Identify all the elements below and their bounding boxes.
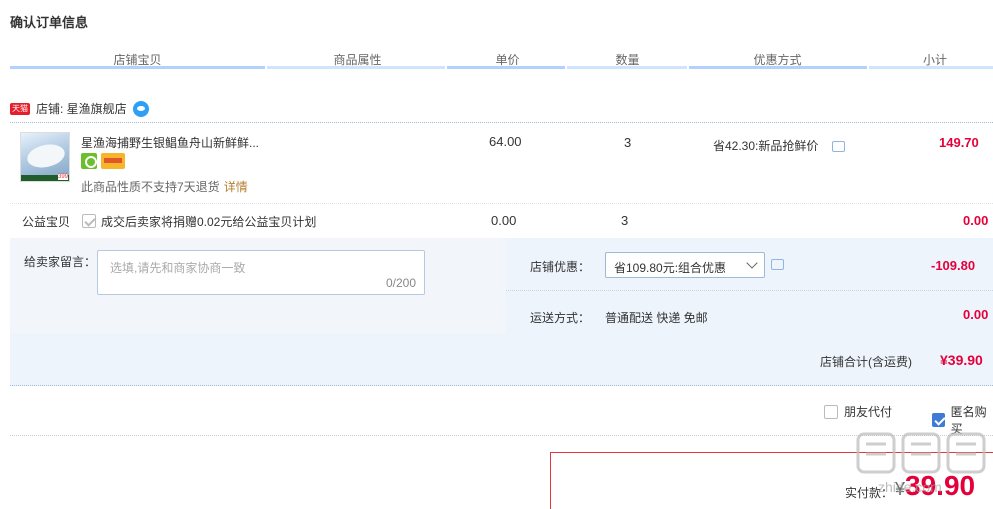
header-underline xyxy=(267,66,445,69)
return-policy-text: 此商品性质不支持7天退货 xyxy=(81,180,220,194)
shipping-label: 运送方式： xyxy=(530,311,591,325)
charity-subtotal: 0.00 xyxy=(963,213,989,228)
quantity: 3 xyxy=(624,135,632,150)
shop-discount-selected: 省109.80元:组合优惠 xyxy=(614,261,727,275)
discount-info-icon[interactable] xyxy=(832,141,845,152)
friend-pay-label: 朋友代付 xyxy=(844,405,893,419)
shipping-value: 0.00 xyxy=(963,307,989,322)
shop-row: 天猫 店铺: 星渔旗舰店 xyxy=(10,100,149,117)
fish-image xyxy=(25,141,67,171)
header-underline xyxy=(567,66,687,69)
tmall-badge: 天猫 xyxy=(10,102,30,115)
product-name-link[interactable]: 星渔海捕野生银鲳鱼舟山新鲜鲜... xyxy=(81,134,259,151)
message-counter: 0/200 xyxy=(385,276,416,290)
item-discount: 省42.30:新品抢鲜价 xyxy=(713,139,819,153)
shop-discount-value: -109.80 xyxy=(931,258,976,273)
charity-unit-price: 0.00 xyxy=(491,213,517,228)
header-underline xyxy=(689,66,867,69)
chevron-down-icon xyxy=(746,257,758,269)
thumbnail-price: 399 xyxy=(57,174,68,180)
shop-discount-label: 店铺优惠： xyxy=(530,260,591,274)
message-placeholder: 选填,请先和商家协商一致 xyxy=(110,261,246,275)
item-subtotal: 149.70 xyxy=(939,135,979,150)
watermark-text: zhide.com xyxy=(878,479,942,495)
service-badge-icon[interactable] xyxy=(81,153,97,169)
divider xyxy=(10,435,993,436)
card-payment-icon[interactable] xyxy=(101,153,125,169)
page-title: 确认订单信息 xyxy=(10,15,89,30)
divider xyxy=(10,203,993,204)
header-underline xyxy=(869,66,993,69)
divider xyxy=(506,290,993,291)
discount-info-icon[interactable] xyxy=(771,259,784,270)
message-input[interactable]: 选填,请先和商家协商一致 0/200 xyxy=(97,250,425,295)
unit-price: 64.00 xyxy=(489,134,522,149)
shop-total-value: ¥39.90 xyxy=(940,352,983,368)
message-label: 给卖家留言： xyxy=(24,255,97,269)
shop-name[interactable]: 店铺: 星渔旗舰店 xyxy=(36,100,127,117)
product-thumbnail[interactable]: 399 xyxy=(20,132,70,182)
divider xyxy=(10,122,993,123)
shipping-method: 普通配送 快递 免邮 xyxy=(605,311,708,325)
friend-pay-option[interactable]: 朋友代付 xyxy=(824,403,892,420)
charity-quantity: 3 xyxy=(621,213,629,228)
shop-total-label: 店铺合计(含运费) xyxy=(820,355,912,369)
return-policy-note: 此商品性质不支持7天退货 详情 xyxy=(81,178,248,195)
charity-checkbox xyxy=(82,214,96,228)
details-link[interactable]: 详情 xyxy=(224,180,248,194)
watermark-logo xyxy=(856,432,986,474)
header-underline xyxy=(10,66,265,69)
header-underline xyxy=(447,66,565,69)
wangwang-chat-icon[interactable] xyxy=(132,100,149,117)
anonymous-checkbox[interactable] xyxy=(932,413,945,427)
charity-text: 成交后卖家将捐赠0.02元给公益宝贝计划 xyxy=(101,215,317,229)
charity-label: 公益宝贝 xyxy=(22,215,71,229)
friend-pay-checkbox[interactable] xyxy=(824,404,838,419)
shop-discount-select[interactable]: 省109.80元:组合优惠 xyxy=(605,252,765,278)
